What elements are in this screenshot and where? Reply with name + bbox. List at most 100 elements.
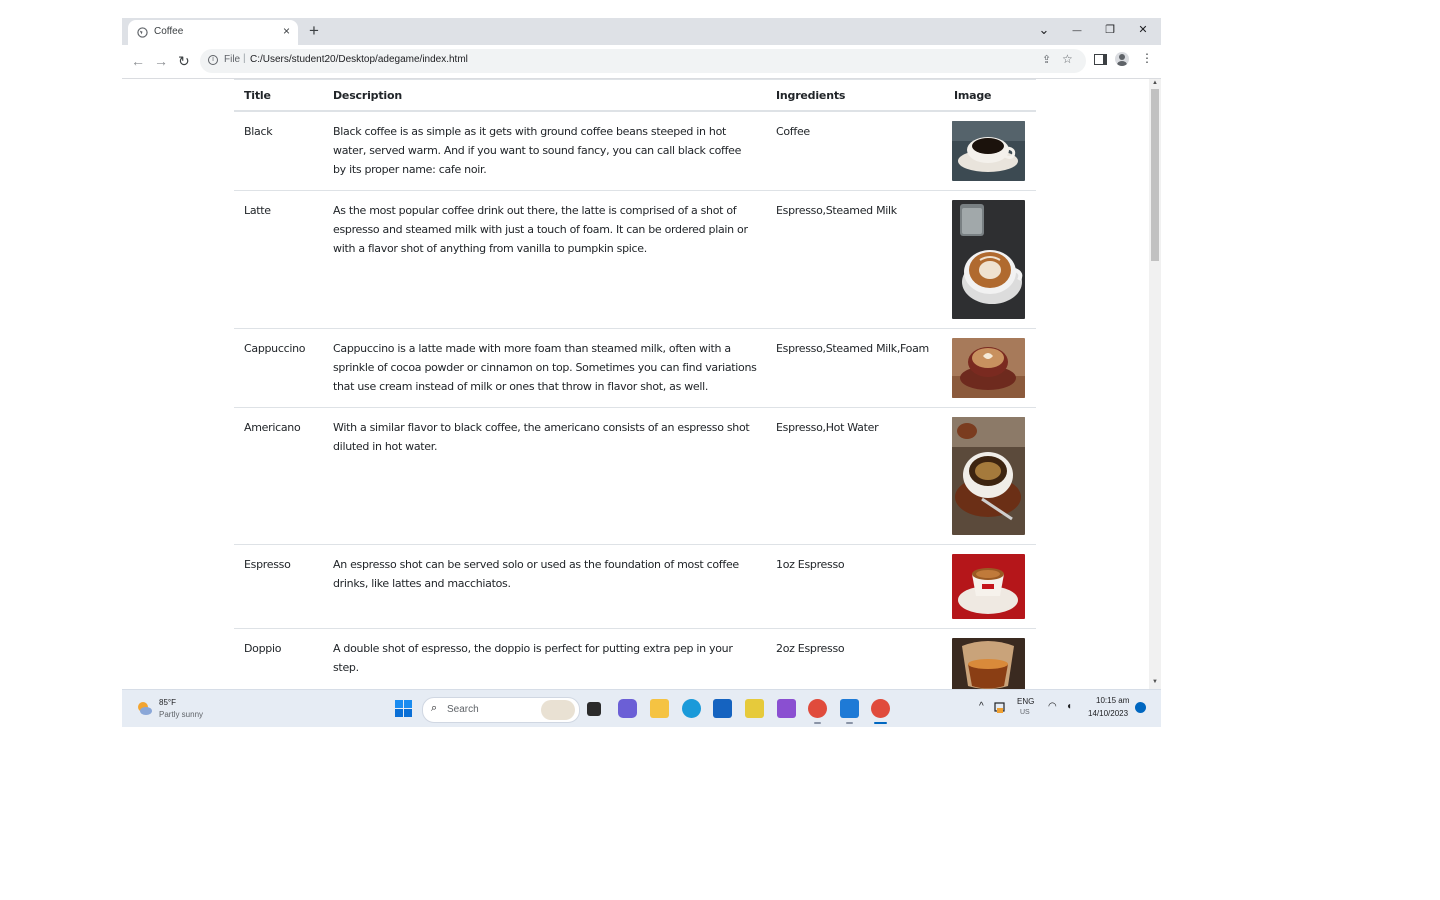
weather-description[interactable]: Partly sunny <box>159 710 203 719</box>
table-row: Americano With a similar flavor to black… <box>234 407 1036 545</box>
close-tab-icon[interactable]: × <box>283 24 290 38</box>
cell-image <box>944 190 1036 329</box>
profile-avatar[interactable] <box>1115 52 1129 66</box>
cell-ingredients: Espresso,Steamed Milk,Foam <box>766 328 944 408</box>
notification-icon[interactable] <box>1135 702 1146 713</box>
search-highlight-icon <box>541 700 575 720</box>
cell-ingredients: 2oz Espresso <box>766 628 944 689</box>
browser-toolbar: ← → ↻ i File | C:/Users/student20/Deskto… <box>122 45 1161 79</box>
cell-title: Doppio <box>234 628 323 689</box>
scrollbar-thumb[interactable] <box>1151 89 1159 261</box>
cell-title: Latte <box>234 190 323 329</box>
tab-title: Coffee <box>154 26 184 37</box>
cell-ingredients: Coffee <box>766 110 944 191</box>
forward-button[interactable]: → <box>154 52 168 70</box>
taskbar: 85°F Partly sunny ⌕ Search ^ ENG US ◠ ◖ … <box>122 689 1161 727</box>
globe-icon <box>137 27 148 38</box>
meet-now-icon[interactable] <box>994 701 1008 714</box>
header-image: Image <box>944 79 1036 112</box>
minimize-button[interactable]: — <box>1068 21 1086 39</box>
language-indicator[interactable]: ENG <box>1017 697 1034 706</box>
address-bar[interactable]: i File | C:/Users/student20/Desktop/adeg… <box>200 49 1086 73</box>
scheme-label: File <box>224 54 241 65</box>
url-text[interactable]: C:/Users/student20/Desktop/adegame/index… <box>250 54 468 65</box>
share-icon[interactable]: ⇪ <box>1042 53 1051 66</box>
side-panel-icon[interactable] <box>1094 54 1107 65</box>
tab-coffee[interactable]: Coffee × <box>128 20 298 45</box>
espresso-photo <box>952 554 1025 619</box>
locale-indicator[interactable]: US <box>1020 709 1030 716</box>
header-ingredients: Ingredients <box>766 79 944 112</box>
coffee-table: Title Description Ingredients Image Blac… <box>234 79 1036 689</box>
task-view-icon[interactable] <box>587 702 601 716</box>
cell-title: Black <box>234 110 323 191</box>
scroll-down-icon[interactable]: ▼ <box>1152 679 1158 685</box>
americano-photo <box>952 417 1025 535</box>
show-hidden-icons-icon[interactable]: ^ <box>979 701 984 712</box>
cell-description: Cappuccino is a latte made with more foa… <box>323 328 766 408</box>
teams-chat-icon[interactable] <box>618 699 637 718</box>
cell-ingredients: 1oz Espresso <box>766 544 944 629</box>
cell-image <box>944 110 1036 191</box>
browser-menu-icon[interactable]: ⋮ <box>1141 51 1153 65</box>
address-separator: | <box>243 53 246 64</box>
cell-image <box>944 328 1036 408</box>
edge-icon[interactable] <box>682 699 701 718</box>
wifi-icon[interactable]: ◠ <box>1048 701 1057 712</box>
cell-ingredients: Espresso,Steamed Milk <box>766 190 944 329</box>
cell-title: Americano <box>234 407 323 545</box>
cell-image <box>944 628 1036 689</box>
snipping-app-icon[interactable] <box>745 699 764 718</box>
site-info-icon[interactable]: i <box>208 55 218 65</box>
table-header-row: Title Description Ingredients Image <box>234 79 1036 112</box>
cell-description: With a similar flavor to black coffee, t… <box>323 407 766 545</box>
cell-description: A double shot of espresso, the doppio is… <box>323 628 766 689</box>
cell-title: Espresso <box>234 544 323 629</box>
table-row: Latte As the most popular coffee drink o… <box>234 190 1036 329</box>
cell-ingredients: Espresso,Hot Water <box>766 407 944 545</box>
reload-button[interactable]: ↻ <box>178 52 190 70</box>
browser-window: Coffee × + ⌄ — ❐ ✕ ← → ↻ i File | C:/Use… <box>122 18 1161 727</box>
table-row: Black Black coffee is as simple as it ge… <box>234 110 1036 191</box>
store-icon[interactable] <box>713 699 732 718</box>
clock-date[interactable]: 14/10/2023 <box>1088 709 1128 718</box>
file-explorer-icon[interactable] <box>650 699 669 718</box>
scroll-up-icon[interactable]: ▲ <box>1152 80 1158 86</box>
partly-sunny-icon[interactable] <box>136 700 152 716</box>
tab-strip: Coffee × + ⌄ — ❐ ✕ <box>122 18 1161 45</box>
tab-search-icon[interactable]: ⌄ <box>1035 21 1053 39</box>
cell-description: As the most popular coffee drink out the… <box>323 190 766 329</box>
cell-image <box>944 544 1036 629</box>
header-title: Title <box>234 79 323 112</box>
visual-studio-icon[interactable] <box>777 699 796 718</box>
search-icon: ⌕ <box>431 702 438 714</box>
latte-art-photo <box>952 200 1025 319</box>
chrome-active-icon[interactable] <box>871 699 890 724</box>
weather-temperature[interactable]: 85°F <box>159 698 176 707</box>
vscode-icon[interactable] <box>840 699 859 724</box>
close-window-button[interactable]: ✕ <box>1134 21 1152 39</box>
taskbar-search[interactable]: ⌕ Search <box>422 697 580 723</box>
cell-image <box>944 407 1036 545</box>
cappuccino-photo <box>952 338 1025 398</box>
clock-time[interactable]: 10:15 am <box>1096 696 1129 705</box>
coffee-cup-black-photo <box>952 121 1025 181</box>
volume-icon[interactable]: ◖ <box>1066 701 1072 712</box>
new-tab-button[interactable]: + <box>309 21 319 41</box>
windows-start-icon[interactable] <box>395 700 412 717</box>
page-content: Title Description Ingredients Image Blac… <box>122 79 1149 689</box>
cell-description: Black coffee is as simple as it gets wit… <box>323 110 766 191</box>
bookmark-star-icon[interactable]: ☆ <box>1062 52 1073 66</box>
search-label: Search <box>447 704 479 715</box>
page-scrollbar[interactable]: ▲ ▼ <box>1149 79 1161 689</box>
header-description: Description <box>323 79 766 112</box>
back-button[interactable]: ← <box>131 52 145 70</box>
chrome-icon[interactable] <box>808 699 827 724</box>
cell-title: Cappuccino <box>234 328 323 408</box>
doppio-photo <box>952 638 1025 689</box>
table-row: Cappuccino Cappuccino is a latte made wi… <box>234 328 1036 408</box>
cell-description: An espresso shot can be served solo or u… <box>323 544 766 629</box>
table-row: Espresso An espresso shot can be served … <box>234 544 1036 629</box>
table-row: Doppio A double shot of espresso, the do… <box>234 628 1036 689</box>
restore-button[interactable]: ❐ <box>1101 21 1119 39</box>
